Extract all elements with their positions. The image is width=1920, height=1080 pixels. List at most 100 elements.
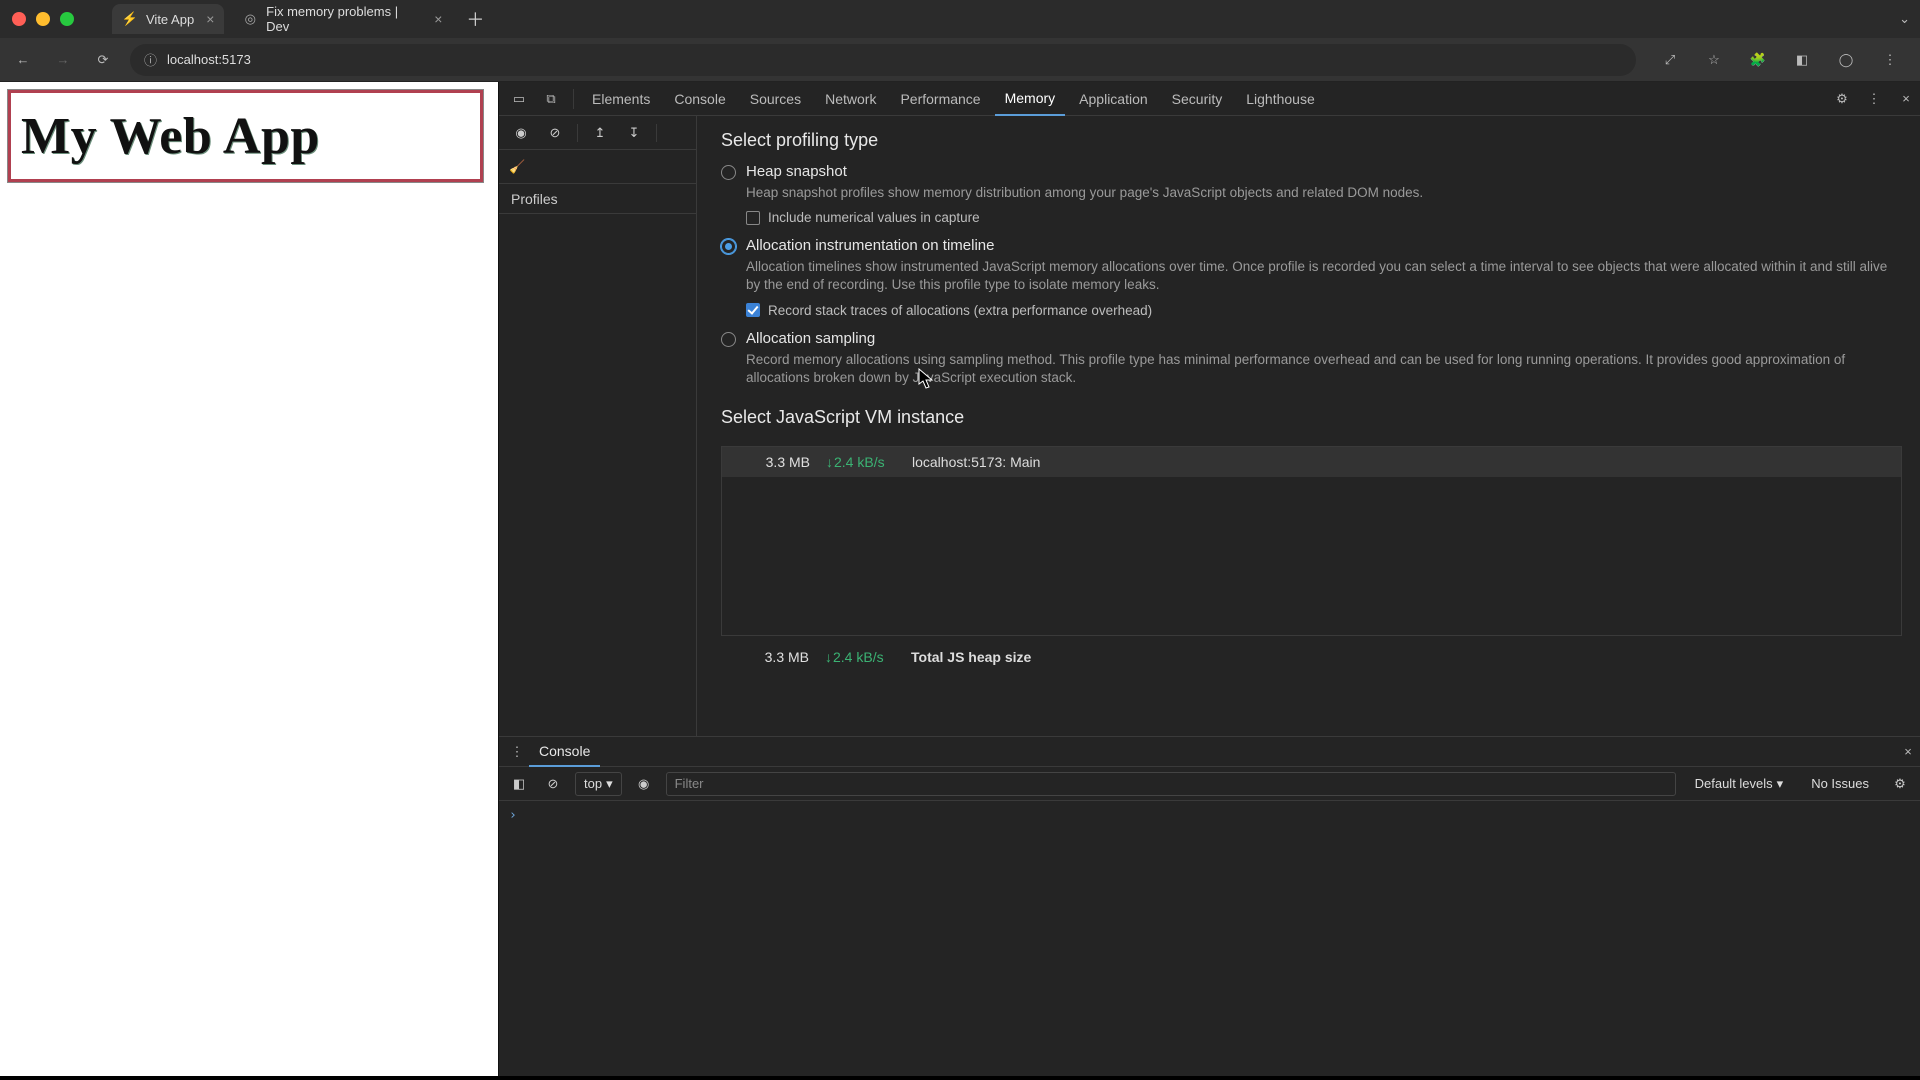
close-window-button[interactable]	[12, 12, 26, 26]
profiling-option-heap-snapshot[interactable]: Heap snapshot Heap snapshot profiles sho…	[721, 163, 1902, 225]
tab-title: Fix memory problems | Dev	[266, 4, 422, 34]
close-tab-icon[interactable]: ×	[206, 11, 214, 27]
extensions-icon[interactable]: 🧩	[1744, 46, 1772, 74]
record-icon[interactable]: ◉	[509, 121, 533, 145]
minimize-window-button[interactable]	[36, 12, 50, 26]
live-expression-icon[interactable]: ◉	[632, 772, 656, 796]
workspace: My Web App ▭ ⧉ Elements Console Sources …	[0, 82, 1920, 1076]
vm-instance-row[interactable]: 3.3 MB 2.4 kB/s localhost:5173: Main	[722, 447, 1901, 477]
devtools-body: ◉ ⊘ ↥ ↧ 🧹 Profiles Select profiling type	[499, 116, 1920, 736]
close-devtools-icon[interactable]: ×	[1892, 85, 1920, 113]
url-text: localhost:5173	[167, 52, 251, 67]
tab-network[interactable]: Network	[815, 82, 886, 116]
tab-sources[interactable]: Sources	[740, 82, 811, 116]
tab-title: Vite App	[146, 12, 194, 27]
page-heading-box: My Web App	[8, 90, 483, 182]
devtools-tabbar: ▭ ⧉ Elements Console Sources Network Per…	[499, 82, 1920, 116]
option-desc: Record memory allocations using sampling…	[746, 351, 1896, 387]
window-controls	[12, 12, 74, 26]
tab-elements[interactable]: Elements	[582, 82, 660, 116]
drawer-tabbar: ⋮ Console ×	[499, 737, 1920, 767]
tab-console[interactable]: Console	[664, 82, 735, 116]
forward-button: →	[50, 47, 76, 73]
toggle-sidebar-icon[interactable]: ◧	[507, 772, 531, 796]
option-title: Allocation sampling	[746, 330, 1896, 347]
subopt-record-stack-traces[interactable]: Record stack traces of allocations (extr…	[746, 303, 1896, 318]
clear-icon[interactable]: ⊘	[543, 121, 567, 145]
radio-heap-snapshot[interactable]	[721, 165, 736, 180]
filter-placeholder: Filter	[675, 776, 704, 791]
close-drawer-icon[interactable]: ×	[1896, 740, 1920, 764]
garbage-collect-icon[interactable]: 🧹	[509, 159, 525, 175]
radio-allocation-sampling[interactable]	[721, 332, 736, 347]
toolbar-actions: ⤢ ☆ 🧩 ◧ ◯ ⋮	[1650, 46, 1910, 74]
subopt-include-numerical[interactable]: Include numerical values in capture	[746, 210, 1423, 225]
settings-gear-icon[interactable]: ⚙	[1828, 85, 1856, 113]
reload-button[interactable]: ⟳	[90, 47, 116, 73]
vm-total-row: 3.3 MB 2.4 kB/s Total JS heap size	[721, 642, 1902, 672]
tab-memory[interactable]: Memory	[995, 82, 1066, 116]
vm-size: 3.3 MB	[750, 454, 810, 470]
kebab-menu-icon[interactable]: ⋮	[1860, 85, 1888, 113]
issues-indicator[interactable]: No Issues	[1802, 772, 1878, 796]
execution-context-selector[interactable]: top ▾	[575, 772, 622, 796]
tab-lighthouse[interactable]: Lighthouse	[1236, 82, 1325, 116]
devtools: ▭ ⧉ Elements Console Sources Network Per…	[498, 82, 1920, 1076]
vite-favicon-icon: ⚡	[122, 11, 138, 27]
checkbox-include-numerical[interactable]	[746, 211, 760, 225]
kebab-menu-icon[interactable]: ⋮	[1876, 46, 1904, 74]
console-settings-gear-icon[interactable]: ⚙	[1888, 772, 1912, 796]
maximize-window-button[interactable]	[60, 12, 74, 26]
chevron-down-icon[interactable]: ⌄	[1899, 11, 1910, 27]
console-filter-input[interactable]: Filter	[666, 772, 1676, 796]
site-info-icon[interactable]: ⓘ	[144, 50, 157, 69]
console-prompt-icon: ›	[509, 808, 517, 823]
collect-garbage-row: 🧹	[499, 150, 696, 184]
kebab-menu-icon[interactable]: ⋮	[505, 740, 529, 764]
devtools-drawer: ⋮ Console × ◧ ⊘ top ▾ ◉ Filter Default l…	[499, 736, 1920, 1076]
page-heading: My Web App	[21, 107, 320, 166]
memory-panel: Select profiling type Heap snapshot Heap…	[697, 116, 1920, 736]
memory-toolbar: ◉ ⊘ ↥ ↧	[499, 116, 696, 150]
context-label: top	[584, 776, 602, 791]
chevron-down-icon: ▾	[606, 776, 613, 792]
address-bar: ← → ⟳ ⓘ localhost:5173 ⤢ ☆ 🧩 ◧ ◯ ⋮	[0, 38, 1920, 82]
save-profile-icon[interactable]: ↧	[622, 121, 646, 145]
levels-label: Default levels	[1695, 776, 1773, 791]
chrome-favicon-icon: ◎	[242, 11, 258, 27]
zoom-icon[interactable]: ⤢	[1656, 46, 1684, 74]
browser-tab[interactable]: ⚡ Vite App ×	[112, 4, 224, 34]
drawer-tab-console[interactable]: Console	[529, 737, 600, 767]
tab-security[interactable]: Security	[1162, 82, 1233, 116]
vm-rate: 2.4 kB/s	[826, 454, 896, 470]
browser-tabbar: ⚡ Vite App × ◎ Fix memory problems | Dev…	[0, 0, 1920, 38]
console-toolbar: ◧ ⊘ top ▾ ◉ Filter Default levels ▾ No I…	[499, 767, 1920, 801]
profiling-type-title: Select profiling type	[721, 130, 1902, 151]
profiling-option-allocation-timeline[interactable]: Allocation instrumentation on timeline A…	[721, 237, 1902, 317]
load-profile-icon[interactable]: ↥	[588, 121, 612, 145]
omnibox[interactable]: ⓘ localhost:5173	[130, 44, 1636, 76]
tab-performance[interactable]: Performance	[890, 82, 990, 116]
profile-avatar-icon[interactable]: ◯	[1832, 46, 1860, 74]
side-panel-icon[interactable]: ◧	[1788, 46, 1816, 74]
log-levels-selector[interactable]: Default levels ▾	[1686, 772, 1793, 796]
vm-instance-title: Select JavaScript VM instance	[721, 407, 1902, 428]
vm-total-rate: 2.4 kB/s	[825, 649, 895, 665]
subopt-label: Record stack traces of allocations (extr…	[768, 303, 1152, 318]
profiling-option-allocation-sampling[interactable]: Allocation sampling Record memory alloca…	[721, 330, 1902, 387]
inspect-element-icon[interactable]: ▭	[505, 85, 533, 113]
browser-tab[interactable]: ◎ Fix memory problems | Dev ×	[232, 4, 452, 34]
subopt-label: Include numerical values in capture	[768, 210, 980, 225]
radio-allocation-timeline[interactable]	[721, 239, 736, 254]
checkbox-record-stack-traces[interactable]	[746, 303, 760, 317]
chevron-down-icon: ▾	[1777, 776, 1784, 792]
bookmark-star-icon[interactable]: ☆	[1700, 46, 1728, 74]
console-body[interactable]: ›	[499, 801, 1920, 1076]
tab-application[interactable]: Application	[1069, 82, 1158, 116]
close-tab-icon[interactable]: ×	[434, 11, 442, 27]
device-toolbar-icon[interactable]: ⧉	[537, 85, 565, 113]
new-tab-button[interactable]: ＋	[460, 6, 490, 32]
back-button[interactable]: ←	[10, 47, 36, 73]
option-desc: Allocation timelines show instrumented J…	[746, 258, 1896, 294]
clear-console-icon[interactable]: ⊘	[541, 772, 565, 796]
